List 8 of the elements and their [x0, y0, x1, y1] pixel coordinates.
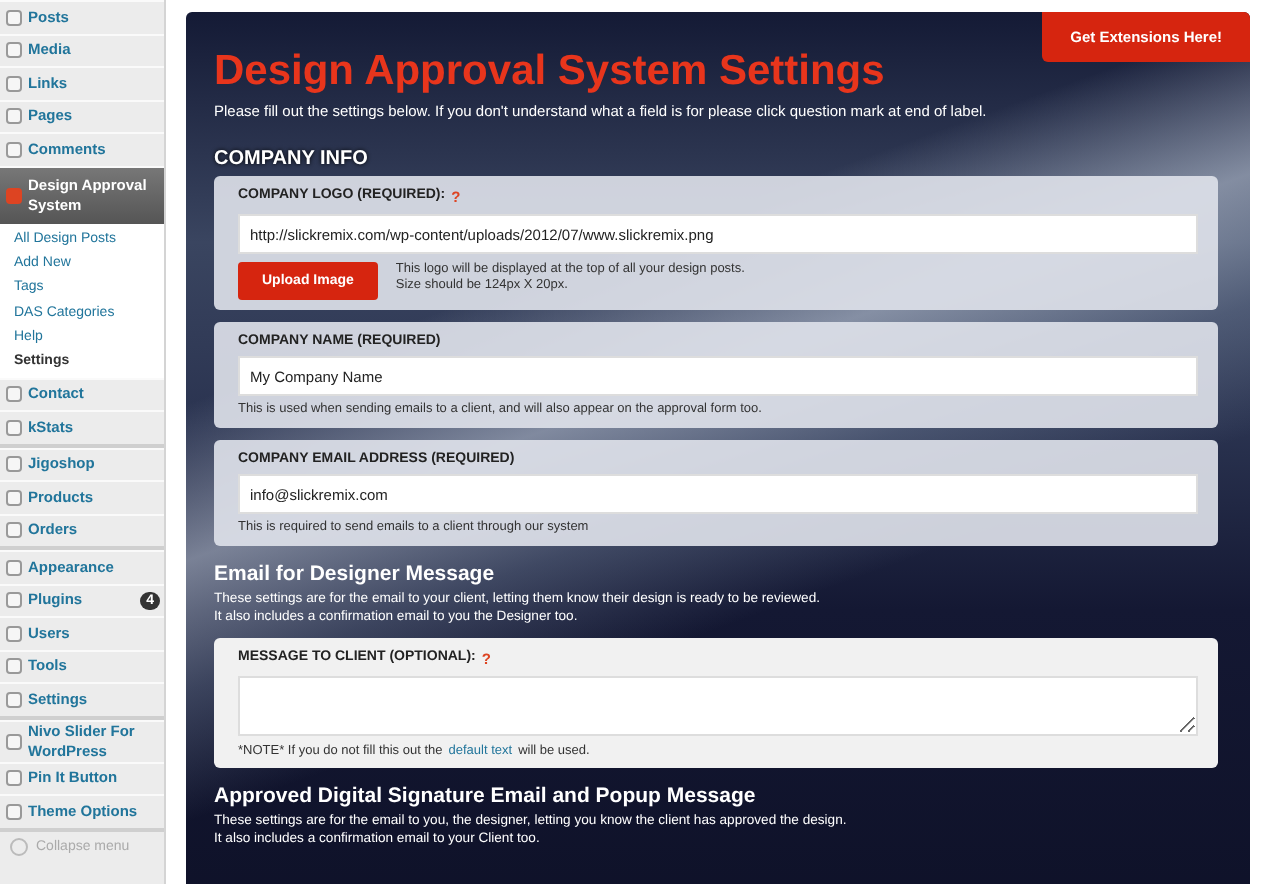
section-heading: COMPANY INFO [214, 148, 370, 170]
section-heading: Email for Designer Message [214, 562, 497, 586]
menu-icon [6, 187, 22, 203]
page-title: Design Approval System Settings [214, 48, 887, 96]
message-field[interactable] [238, 676, 1198, 736]
collapse-icon [10, 837, 28, 856]
menu-icon [6, 733, 22, 750]
section-heading: Approved Digital Signature Email and Popup Message [214, 784, 758, 808]
